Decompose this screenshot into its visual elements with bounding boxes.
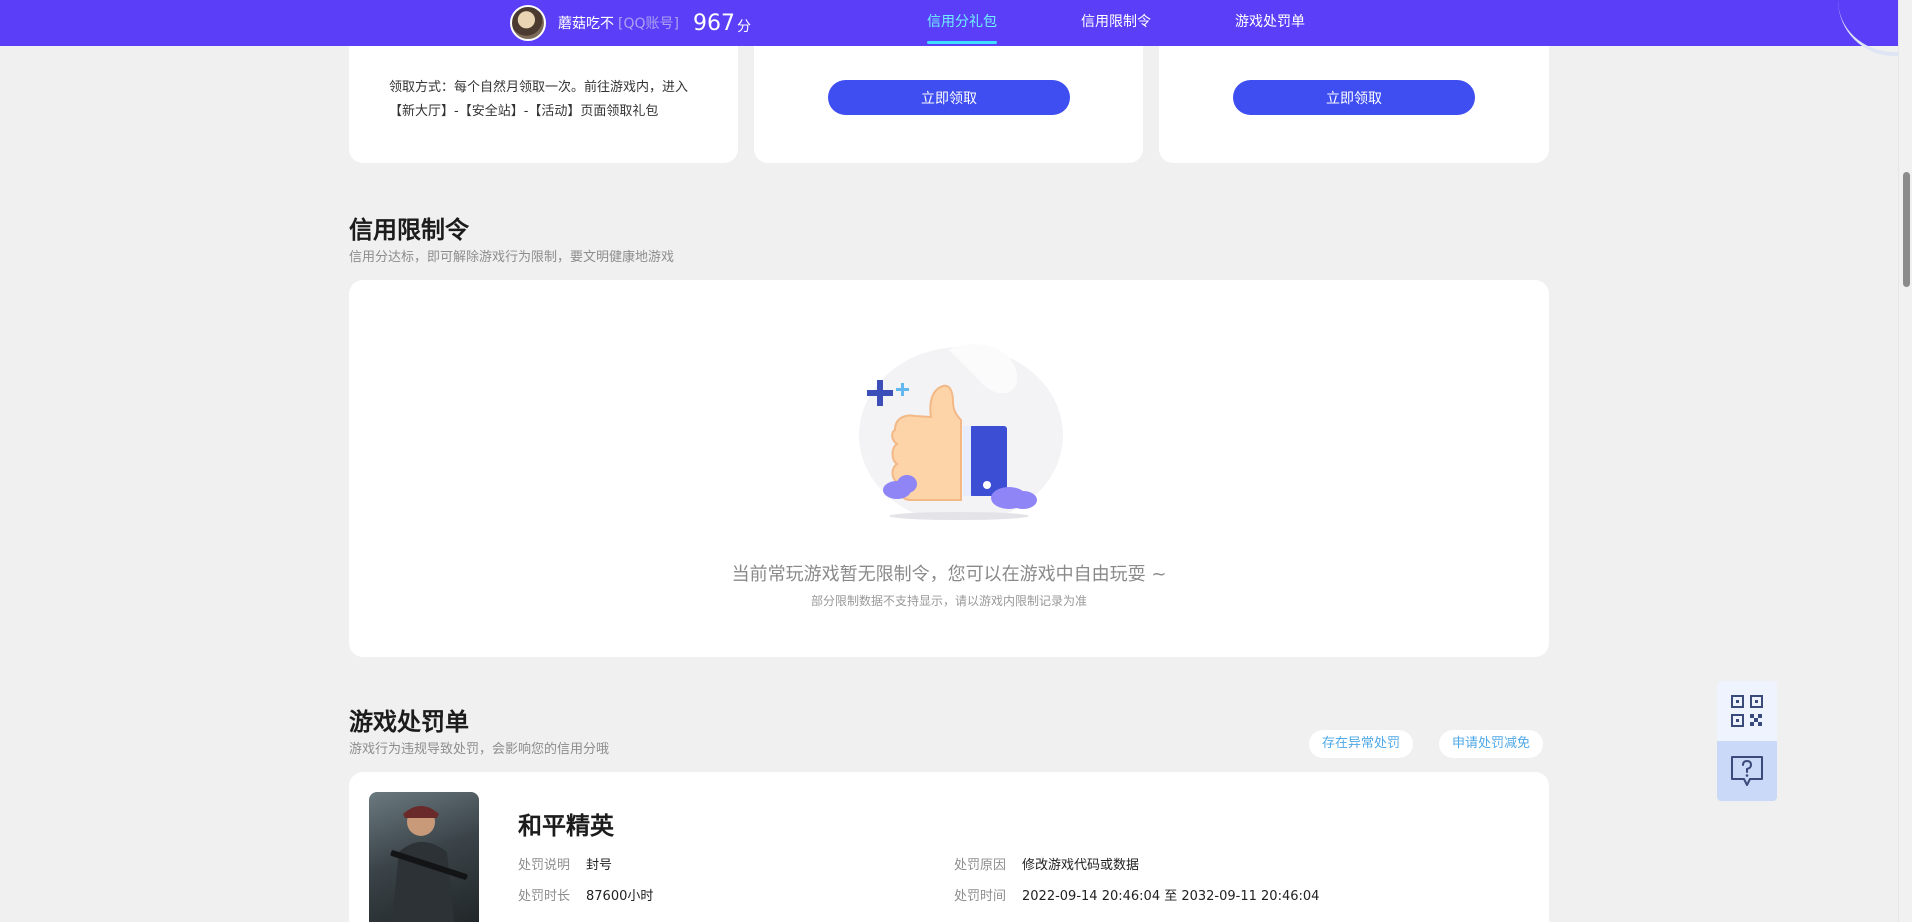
qr-code-button[interactable]: [1717, 681, 1777, 741]
claim-now-button[interactable]: 立即领取: [1233, 80, 1475, 115]
field-label: 处罚原因: [954, 858, 1007, 873]
penalty-time-field: 处罚时间 2022-09-14 20:46:04 至 2032-09-11 20…: [954, 885, 1319, 904]
page-scrollbar[interactable]: [1898, 0, 1912, 922]
account-type: [QQ账号]: [618, 16, 679, 32]
credit-score: 967: [692, 10, 735, 36]
qr-code-icon: [1731, 695, 1763, 727]
help-button[interactable]: [1717, 741, 1777, 801]
thumbs-up-illustration: [859, 344, 1063, 520]
user-info: 蘑菇吃不 [QQ账号] 967 分: [510, 0, 751, 46]
section-subtitle-penalty: 游戏行为违规导致处罚，会影响您的信用分哦: [349, 742, 610, 757]
scrollbar-thumb[interactable]: [1903, 172, 1910, 287]
empty-state-note: 部分限制数据不支持显示，请以游戏内限制记录为准: [810, 594, 1087, 608]
gift-card-2: 立即领取: [754, 30, 1143, 163]
section-title-penalty: 游戏处罚单: [349, 708, 469, 736]
game-cover-image: [369, 792, 479, 922]
field-value: 封号: [586, 858, 613, 873]
gift-card-3: 立即领取: [1159, 30, 1549, 163]
penalty-reason-field: 处罚原因 修改游戏代码或数据: [954, 854, 1139, 873]
avatar[interactable]: [510, 5, 546, 41]
field-label: 处罚时间: [954, 889, 1007, 904]
top-nav-bar: 蘑菇吃不 [QQ账号] 967 分 信用分礼包 信用限制令 游戏处罚单: [0, 0, 1898, 56]
penalty-desc-field: 处罚说明 封号: [518, 854, 612, 873]
tab-credit-gift[interactable]: 信用分礼包: [927, 0, 997, 46]
field-label: 处罚说明: [518, 858, 571, 873]
game-name: 和平精英: [518, 812, 614, 840]
apply-penalty-reduction-button[interactable]: 申请处罚减免: [1439, 730, 1544, 758]
abnormal-penalty-button[interactable]: 存在异常处罚: [1309, 730, 1414, 758]
username: 蘑菇吃不: [558, 16, 614, 32]
tab-credit-restriction[interactable]: 信用限制令: [1081, 0, 1151, 46]
field-value: 修改游戏代码或数据: [1022, 858, 1140, 873]
restriction-card: 当前常玩游戏暂无限制令，您可以在游戏中自由玩耍 ~ 部分限制数据不支持显示，请以…: [349, 280, 1549, 657]
credit-score-unit: 分: [736, 19, 751, 35]
section-title-restriction: 信用限制令: [349, 216, 469, 244]
claim-now-button[interactable]: 立即领取: [828, 80, 1070, 115]
penalty-card: 和平精英 处罚说明 封号 处罚时长 87600小时 处罚原因 修改游戏代码或数据…: [349, 772, 1549, 922]
help-chat-icon: [1731, 756, 1763, 786]
header-decoration: [1838, 0, 1898, 56]
field-value: 87600小时: [586, 889, 654, 904]
field-label: 处罚时长: [518, 889, 571, 904]
empty-state-text: 当前常玩游戏暂无限制令，您可以在游戏中自由玩耍 ~: [731, 564, 1167, 585]
gift-claim-method: 领取方式：每个自然月领取一次。前往游戏内，进入【新大厅】-【安全站】-【活动】页…: [389, 80, 689, 119]
field-value: 2022-09-14 20:46:04 至 2032-09-11 20:46:0…: [1022, 889, 1320, 904]
gift-card-1: 领取方式：每个自然月领取一次。前往游戏内，进入【新大厅】-【安全站】-【活动】页…: [349, 30, 738, 163]
penalty-duration-field: 处罚时长 87600小时: [518, 885, 653, 904]
section-subtitle-restriction: 信用分达标，即可解除游戏行为限制，要文明健康地游戏: [349, 250, 675, 265]
tab-game-penalty[interactable]: 游戏处罚单: [1235, 0, 1305, 46]
nav-tabs: 信用分礼包 信用限制令 游戏处罚单: [927, 0, 1389, 46]
